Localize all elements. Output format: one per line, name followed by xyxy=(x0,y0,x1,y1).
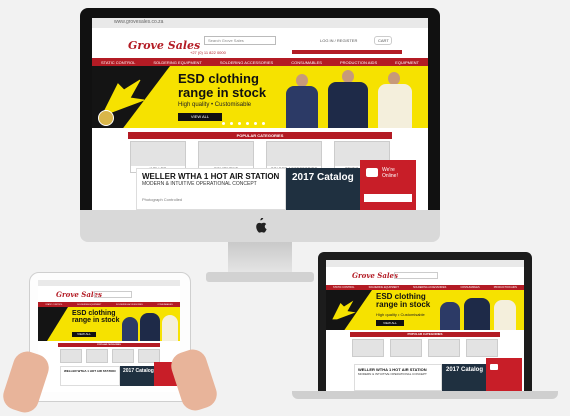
macbook-logo[interactable]: Grove Sales xyxy=(352,271,398,280)
macbook-view-all-button[interactable]: VIEW ALL xyxy=(376,320,404,326)
apple-icon xyxy=(256,218,267,233)
banner-models xyxy=(284,66,428,128)
chat-input[interactable] xyxy=(364,194,412,202)
macbook-category-tiles xyxy=(352,339,498,357)
macbook-screen: Grove Sales STATIC CONTROL SOLDERING EQU… xyxy=(326,260,524,391)
nav-item-static[interactable]: STATIC CONTROL xyxy=(101,60,135,65)
nav-item-equipment[interactable]: EQUIPMENT xyxy=(395,60,419,65)
macbook-category-tile[interactable] xyxy=(466,339,498,357)
macbook-site-header: Grove Sales xyxy=(326,267,524,285)
promo-strip xyxy=(292,50,402,54)
promo-subtitle: MODERN & INTUITIVE OPERATIONAL CONCEPT xyxy=(142,181,257,187)
ipad-category-tile[interactable] xyxy=(86,349,108,363)
chat-status: We're Online! xyxy=(382,167,398,179)
ipad-promo[interactable]: WELLER WTHA 1 HOT AIR STATION xyxy=(60,366,120,386)
macbook-category-tile[interactable] xyxy=(428,339,460,357)
view-all-button[interactable]: VIEW ALL xyxy=(178,113,222,121)
nav-item-consumables[interactable]: CONSUMABLES xyxy=(291,60,322,65)
chat-icon xyxy=(366,168,378,177)
macbook-hero-banner[interactable]: ESD clothing range in stock High quality… xyxy=(326,290,524,330)
macbook-category-tile[interactable] xyxy=(352,339,384,357)
banner-subtitle: High quality • Customisable xyxy=(178,102,252,108)
ipad-search-input[interactable] xyxy=(94,291,132,298)
macbook-category-tile[interactable] xyxy=(390,339,422,357)
ipad-screen: Grove Sales STATIC CONTROL SOLDERING EQU… xyxy=(38,280,180,392)
macbook-banner-title: ESD clothing range in stock xyxy=(376,292,431,310)
search-input[interactable]: Search Grove Sales xyxy=(204,36,276,45)
imac-chin xyxy=(80,210,440,242)
promo-weller[interactable]: WELLER WTHA 1 HOT AIR STATION MODERN & I… xyxy=(136,168,286,210)
macbook-search-input[interactable] xyxy=(394,272,438,279)
quality-seal xyxy=(98,110,114,126)
ipad-category-tile[interactable] xyxy=(138,349,160,363)
right-hand xyxy=(167,345,221,415)
imac-screen: www.grovesales.co.za Grove Sales +27 (0)… xyxy=(92,18,428,210)
phone-number: +27 (0) 11 822 0000 xyxy=(190,50,226,55)
nav-item-soldering-accessories[interactable]: SOLDERING ACCESSORIES xyxy=(220,60,273,65)
macbook-chat-widget[interactable] xyxy=(486,358,522,391)
nav-item-soldering-equipment[interactable]: SOLDERING EQUIPMENT xyxy=(153,60,201,65)
ipad-site-header: Grove Sales xyxy=(38,286,180,302)
chat-widget[interactable]: We're Online! xyxy=(360,160,416,210)
imac-stand-neck xyxy=(228,242,292,274)
login-link[interactable]: LOG IN / REGISTER xyxy=(320,38,357,43)
macbook-banner-subtitle: High quality • Customisable xyxy=(376,312,425,317)
macbook-base xyxy=(292,391,558,399)
left-hand xyxy=(0,347,53,416)
ipad-hero-banner[interactable]: ESD clothing range in stock VIEW ALL xyxy=(38,307,180,341)
banner-title: ESD clothing range in stock xyxy=(178,71,267,100)
macbook-categories-title: POPULAR CATEGORIES xyxy=(350,332,500,337)
promo-note: Photograph Controlled xyxy=(142,197,183,202)
ipad-category-tiles xyxy=(60,349,160,363)
nav-item-production-aids[interactable]: PRODUCTION AIDS xyxy=(340,60,377,65)
ipad-categories-title: POPULAR CATEGORIES xyxy=(58,343,160,347)
popular-categories-title: POPULAR CATEGORIES xyxy=(128,132,392,139)
ipad-view-all-button[interactable]: VIEW ALL xyxy=(72,332,96,337)
site-header: Grove Sales +27 (0) 11 822 0000 Search G… xyxy=(92,28,428,58)
macbook-chat-icon xyxy=(490,364,498,370)
ipad-banner-title: ESD clothing range in stock xyxy=(72,310,120,325)
slider-dots[interactable] xyxy=(222,122,282,125)
browser-bar: www.grovesales.co.za xyxy=(92,18,428,28)
macbook-browser-bar xyxy=(326,260,524,267)
address-bar[interactable]: www.grovesales.co.za xyxy=(114,19,163,25)
main-nav: STATIC CONTROL SOLDERING EQUIPMENT SOLDE… xyxy=(92,58,428,66)
imac-stand-foot xyxy=(206,272,314,282)
hero-banner[interactable]: ESD clothing range in stock High quality… xyxy=(92,66,428,128)
ipad-category-tile[interactable] xyxy=(60,349,82,363)
macbook-promo[interactable]: WELLER WTHA 1 HOT AIR STATION MODERN & I… xyxy=(354,364,442,391)
cart-button[interactable]: CART xyxy=(374,36,392,45)
ipad-category-tile[interactable] xyxy=(112,349,134,363)
macbook-esd-hand-icon xyxy=(332,300,356,320)
